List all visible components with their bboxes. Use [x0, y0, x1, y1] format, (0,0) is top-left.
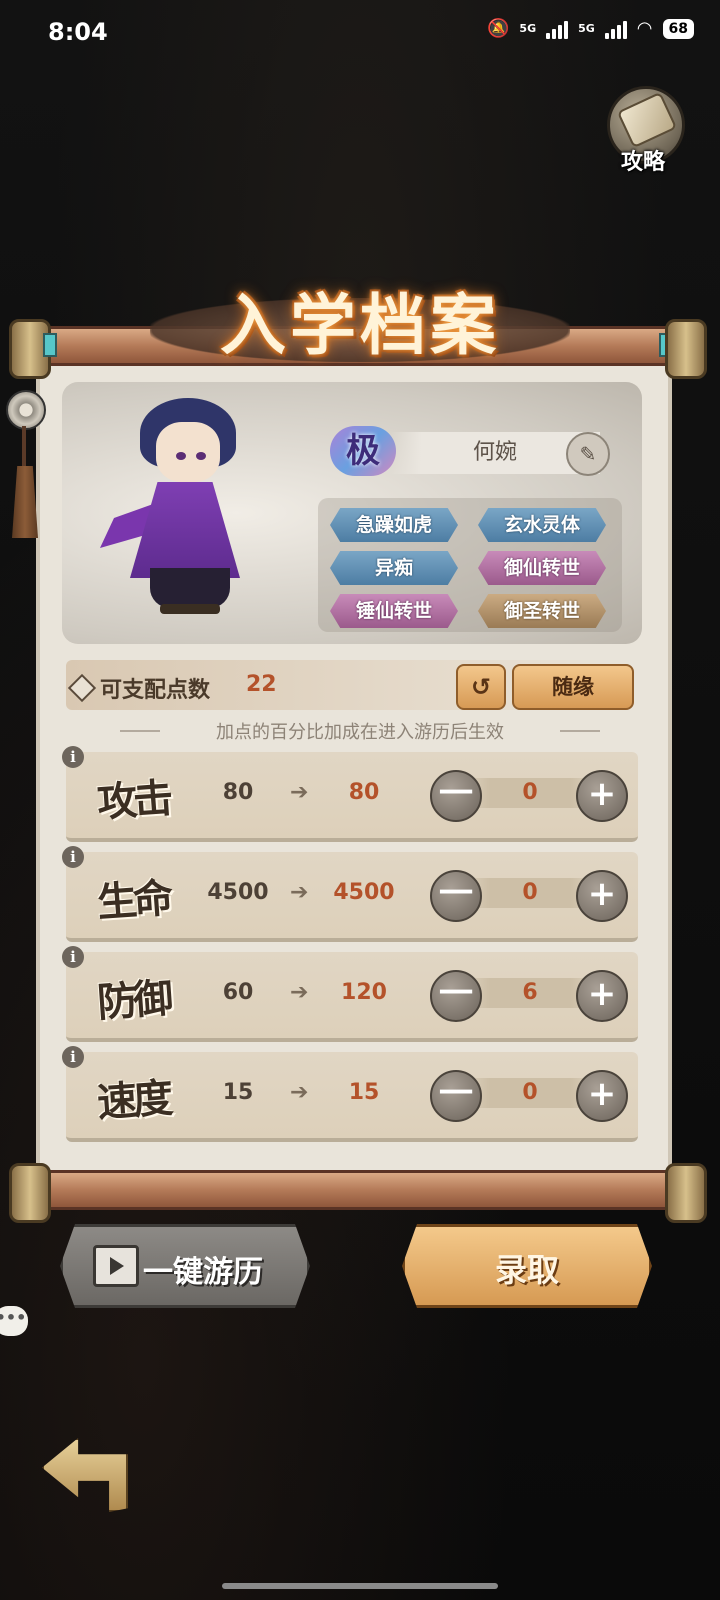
- stat-allocated: 6: [522, 980, 538, 1005]
- trait-tag[interactable]: 异痴: [330, 551, 458, 585]
- info-icon[interactable]: i: [62, 946, 84, 968]
- info-icon[interactable]: i: [62, 846, 84, 868]
- status-time: 8:04: [48, 18, 108, 46]
- trait-tag[interactable]: 玄水灵体: [478, 508, 606, 542]
- plus-button[interactable]: +: [576, 970, 628, 1022]
- stat-name: 生命: [95, 874, 171, 927]
- tassel-ornament: [2, 390, 48, 550]
- stat-name: 防御: [95, 974, 171, 1027]
- guide-button[interactable]: 攻略: [603, 86, 685, 178]
- home-indicator[interactable]: [222, 1583, 498, 1589]
- arrow-right-icon: ➔: [290, 880, 309, 905]
- play-video-icon: [93, 1245, 139, 1287]
- auto-travel-button[interactable]: 一键游历: [60, 1224, 310, 1308]
- arrow-right-icon: ➔: [290, 780, 309, 805]
- network-label-2: 5G: [578, 21, 595, 35]
- portrait-feet: [160, 604, 220, 614]
- panel-title: 入学档案: [220, 286, 500, 364]
- stat-result: 4500: [333, 880, 395, 905]
- scroll-rod-bottom: [9, 1163, 707, 1223]
- stat-row-hp: i 生命 4500 ➔ 4500 0 一 +: [62, 846, 638, 942]
- signal-icon-2: [604, 19, 627, 39]
- minus-button[interactable]: 一: [430, 970, 482, 1022]
- wifi-icon: ◠: [636, 18, 653, 39]
- minus-button[interactable]: 一: [430, 770, 482, 822]
- portrait-eye: [176, 452, 186, 460]
- brush-icon: ✎: [579, 442, 597, 466]
- enroll-button[interactable]: 录取: [402, 1224, 652, 1308]
- allocation-hint: 加点的百分比加成在进入游历后生效: [120, 718, 600, 744]
- stat-result: 120: [341, 980, 387, 1005]
- trait-tag[interactable]: 急躁如虎: [330, 508, 458, 542]
- random-allocate-button[interactable]: 随缘: [512, 664, 634, 710]
- panel-title-banner: 入学档案: [150, 270, 570, 370]
- info-icon[interactable]: i: [62, 1046, 84, 1068]
- stat-base: 4500: [207, 880, 269, 905]
- stat-name: 速度: [95, 1074, 171, 1127]
- mute-icon: 🔕: [487, 18, 510, 39]
- minus-button[interactable]: 一: [430, 1070, 482, 1122]
- signal-icon: [546, 19, 569, 39]
- stat-result: 80: [348, 780, 380, 805]
- plus-button[interactable]: +: [576, 770, 628, 822]
- tassel-string: [22, 426, 26, 470]
- enroll-label: 录取: [494, 1251, 559, 1289]
- chat-icon[interactable]: •••: [0, 1306, 28, 1336]
- auto-travel-label: 一键游历: [143, 1255, 263, 1290]
- info-icon[interactable]: i: [62, 746, 84, 768]
- stat-allocated: 0: [522, 1080, 538, 1105]
- stat-name: 攻击: [95, 774, 171, 827]
- stat-result: 15: [348, 1080, 380, 1105]
- rod-ornament-left: [43, 333, 57, 357]
- stat-row-speed: i 速度 15 ➔ 15 0 一 +: [62, 1046, 638, 1142]
- back-arrow-icon: [42, 1438, 128, 1512]
- network-label-1: 5G: [519, 21, 537, 35]
- rod-cap-left: [9, 1163, 51, 1223]
- status-icons: 🔕 5G 5G ◠ 68: [487, 18, 694, 39]
- trait-tag[interactable]: 御圣转世: [478, 594, 606, 628]
- stat-allocated: 0: [522, 880, 538, 905]
- minus-button[interactable]: 一: [430, 870, 482, 922]
- status-bar: 8:04 🔕 5G 5G ◠ 68: [0, 0, 720, 66]
- plus-button[interactable]: +: [576, 1070, 628, 1122]
- tassel-tuft: [12, 466, 38, 538]
- character-portrait: [100, 398, 260, 622]
- stat-row-attack: i 攻击 80 ➔ 80 0 一 +: [62, 746, 638, 842]
- stat-base: 80: [222, 780, 254, 805]
- arrow-right-icon: ➔: [290, 980, 309, 1005]
- rank-badge: 极: [330, 426, 396, 476]
- portrait-robe: [130, 482, 240, 578]
- guide-label: 攻略: [620, 150, 665, 175]
- back-button[interactable]: [42, 1438, 128, 1512]
- rod-cap-right: [665, 319, 707, 379]
- coin-icon: [6, 390, 46, 430]
- trait-tag[interactable]: 御仙转世: [478, 551, 606, 585]
- stat-row-defense: i 防御 60 ➔ 120 6 一 +: [62, 946, 638, 1042]
- rename-brush-button[interactable]: ✎: [566, 432, 610, 476]
- portrait-eye: [196, 452, 206, 460]
- battery-indicator: 68: [662, 18, 694, 39]
- points-label: 可支配点数: [100, 678, 211, 703]
- rod-cap-right: [665, 1163, 707, 1223]
- portrait-face: [156, 422, 220, 482]
- points-value: 22: [246, 672, 277, 697]
- undo-icon: ↺: [470, 673, 492, 701]
- portrait-skirt: [150, 568, 230, 608]
- reset-points-button[interactable]: ↺: [456, 664, 506, 710]
- arrow-right-icon: ➔: [290, 1080, 309, 1105]
- stat-allocated: 0: [522, 780, 538, 805]
- plus-button[interactable]: +: [576, 870, 628, 922]
- trait-tag[interactable]: 锤仙转世: [330, 594, 458, 628]
- stat-base: 60: [222, 980, 254, 1005]
- stat-base: 15: [222, 1080, 254, 1105]
